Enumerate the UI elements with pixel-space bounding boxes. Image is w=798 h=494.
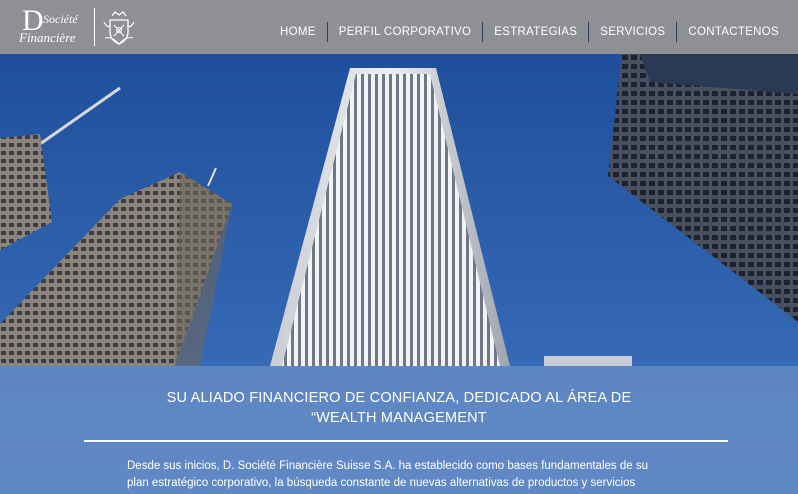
brand-name-line2: Financière	[19, 30, 76, 45]
headline-divider	[84, 440, 728, 442]
intro-line1: Desde sus inicios, D. Société Financière…	[127, 460, 648, 472]
main-nav: HOME PERFIL CORPORATIVO ESTRATEGIAS SERV…	[269, 22, 790, 42]
header: D Société Financière HOME PERFIL CORPORA…	[0, 0, 798, 54]
nav-home[interactable]: HOME	[269, 26, 327, 38]
hero-overlay: SU ALIADO FINANCIERO DE CONFIANZA, DEDIC…	[0, 366, 798, 494]
nav-perfil-corporativo[interactable]: PERFIL CORPORATIVO	[328, 26, 483, 38]
crest-icon	[103, 11, 135, 45]
hero-headline: SU ALIADO FINANCIERO DE CONFIANZA, DEDIC…	[0, 388, 798, 428]
intro-line2: plan estratégico corporativo, la búsqued…	[127, 477, 636, 489]
nav-contactenos[interactable]: CONTACTENOS	[677, 26, 790, 38]
hero-intro: Desde sus inicios, D. Société Financière…	[127, 458, 687, 492]
headline-line2: “WEALTH MANAGEMENT	[311, 410, 487, 426]
nav-estrategias[interactable]: ESTRATEGIAS	[483, 26, 588, 38]
brand-name-line1: Société	[43, 12, 78, 26]
hero-banner: SU ALIADO FINANCIERO DE CONFIANZA, DEDIC…	[0, 54, 798, 494]
nav-servicios[interactable]: SERVICIOS	[589, 26, 676, 38]
headline-line1: SU ALIADO FINANCIERO DE CONFIANZA, DEDIC…	[166, 390, 632, 406]
logo-divider	[94, 8, 95, 46]
brand-logo[interactable]: D Société Financière	[16, 6, 146, 48]
